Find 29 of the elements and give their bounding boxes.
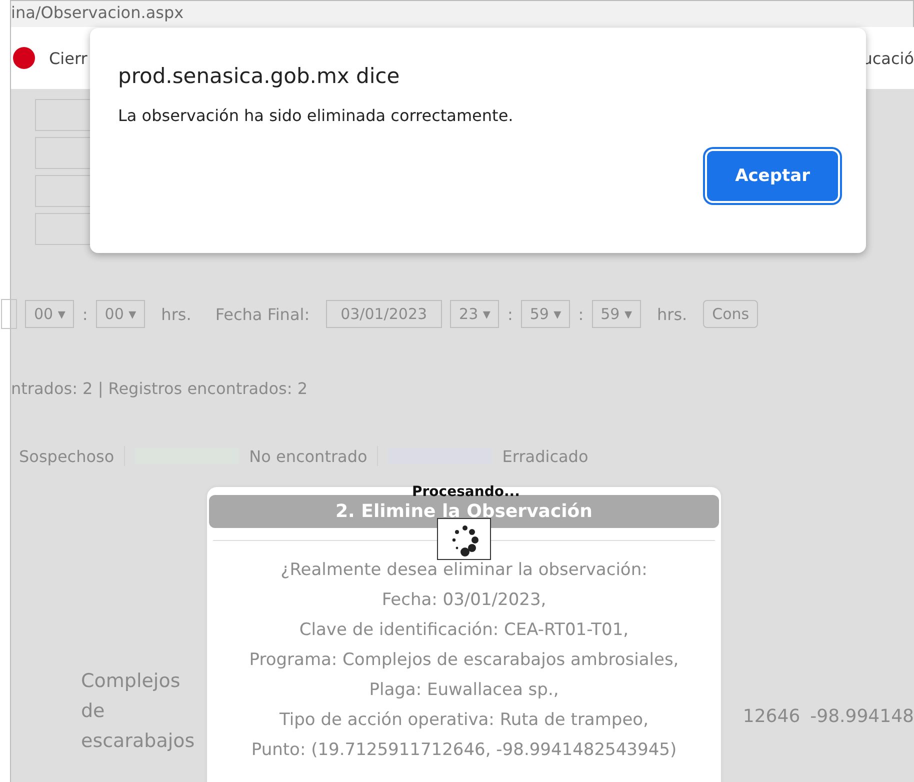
filter-label: hrs. <box>161 304 192 324</box>
legend-label: No encontrado <box>249 446 368 466</box>
table-cell: 12646 <box>742 706 800 727</box>
browser-tab[interactable]: Cierr <box>49 48 88 68</box>
legend-label: Sospechoso <box>19 446 114 466</box>
spinner-icon <box>437 518 491 560</box>
time-select[interactable]: 00 ▾ <box>25 300 74 328</box>
record-icon <box>13 47 35 69</box>
search-button[interactable]: Cons <box>703 300 758 328</box>
date-field[interactable]: 03/01/2023 <box>326 300 442 328</box>
separator-text: : <box>82 304 88 324</box>
time-select[interactable]: 59 ▾ <box>592 300 641 328</box>
filter-label: hrs. <box>657 304 688 324</box>
separator-text: : <box>578 304 584 324</box>
dialog-title: 2. Elimine la Observación <box>209 495 719 528</box>
alert-title: prod.senasica.gob.mx dice <box>118 64 401 88</box>
results-count: ntrados: 2 | Registros encontrados: 2 <box>11 379 308 398</box>
time-select[interactable]: 59 ▾ <box>520 300 570 328</box>
time-select[interactable]: 00 ▾ <box>96 300 146 328</box>
time-select[interactable]: 23 ▾ <box>450 300 500 328</box>
legend-label: Erradicado <box>502 446 588 466</box>
confirm-message: ¿Realmente desea eliminar la observación: Fecha: 03/01/2023, Clave de identificación: CEA-RT01-T01, Programa: Complejos de escarabajos ambrosiales, Plaga: Euwallacea sp., Tipo de acción operativa: Ruta de trampeo, Punto: (19.7125911712646, -98.9941482543945) <box>248 559 680 762</box>
url-text: ina/Observacion.aspx <box>11 3 184 22</box>
table-cell: -98.994148 <box>810 706 914 727</box>
input-field[interactable] <box>1 299 17 329</box>
accept-button[interactable]: Aceptar <box>707 151 838 201</box>
alert-message: La observación ha sido eliminada correctamente. <box>118 106 514 125</box>
filter-label: Fecha Final: <box>215 304 310 324</box>
separator-text: : <box>507 304 513 324</box>
